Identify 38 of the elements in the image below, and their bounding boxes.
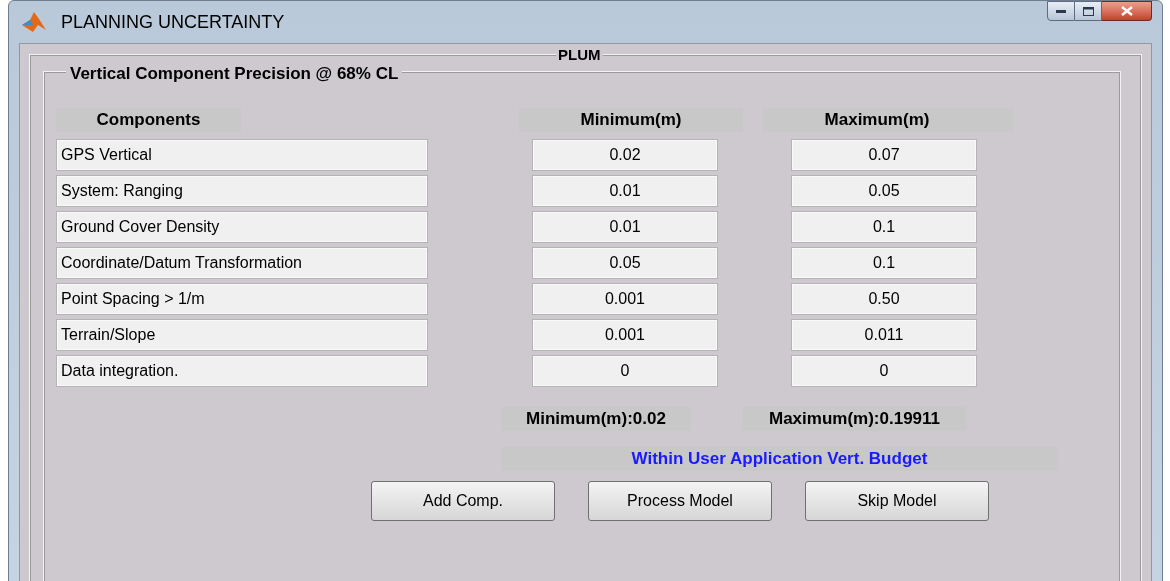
minimize-button[interactable] — [1047, 1, 1075, 21]
minimum-total: Minimum(m):0.02 — [501, 407, 691, 431]
close-icon — [1120, 6, 1133, 16]
text-field[interactable]: 0.01 — [532, 175, 718, 207]
text-field[interactable]: System: Ranging — [56, 175, 428, 207]
text-field[interactable]: GPS Vertical — [56, 139, 428, 171]
text-field[interactable]: 0.05 — [532, 247, 718, 279]
text-field[interactable]: 0.01 — [532, 211, 718, 243]
text-field[interactable]: 0.07 — [791, 139, 977, 171]
app-logo-icon — [21, 11, 47, 33]
restore-icon — [1082, 6, 1094, 16]
column-header: Maximum(m) — [763, 108, 1013, 132]
text-field[interactable]: 0.05 — [791, 175, 977, 207]
text-field[interactable]: 0.02 — [532, 139, 718, 171]
window-title: PLANNING UNCERTAINTY — [61, 10, 285, 34]
text-field[interactable]: Point Spacing > 1/m — [56, 283, 428, 315]
text-field[interactable]: Ground Cover Density — [56, 211, 428, 243]
maximize-button[interactable] — [1075, 1, 1102, 21]
close-button[interactable] — [1102, 1, 1152, 21]
text-field[interactable]: 0.1 — [791, 211, 977, 243]
text-field[interactable]: 0.1 — [791, 247, 977, 279]
text-field[interactable]: 0.001 — [532, 319, 718, 351]
text-field[interactable]: 0.001 — [532, 283, 718, 315]
text-field[interactable]: Coordinate/Datum Transformation — [56, 247, 428, 279]
minimize-icon — [1056, 9, 1066, 13]
text-field[interactable]: 0 — [791, 355, 977, 387]
budget-status: Within User Application Vert. Budget — [501, 447, 1058, 471]
action-button[interactable]: Add Comp. — [371, 481, 555, 521]
column-header: Components — [56, 108, 241, 132]
column-header: Minimum(m) — [519, 108, 743, 132]
action-button[interactable]: Process Model — [588, 481, 772, 521]
text-field[interactable]: Data integration. — [56, 355, 428, 387]
text-field[interactable]: 0.011 — [791, 319, 977, 351]
text-field[interactable]: Terrain/Slope — [56, 319, 428, 351]
text-field[interactable]: 0 — [532, 355, 718, 387]
text-field[interactable]: 0.50 — [791, 283, 977, 315]
action-button[interactable]: Skip Model — [805, 481, 989, 521]
maximum-total: Maximum(m):0.19911 — [743, 407, 966, 431]
